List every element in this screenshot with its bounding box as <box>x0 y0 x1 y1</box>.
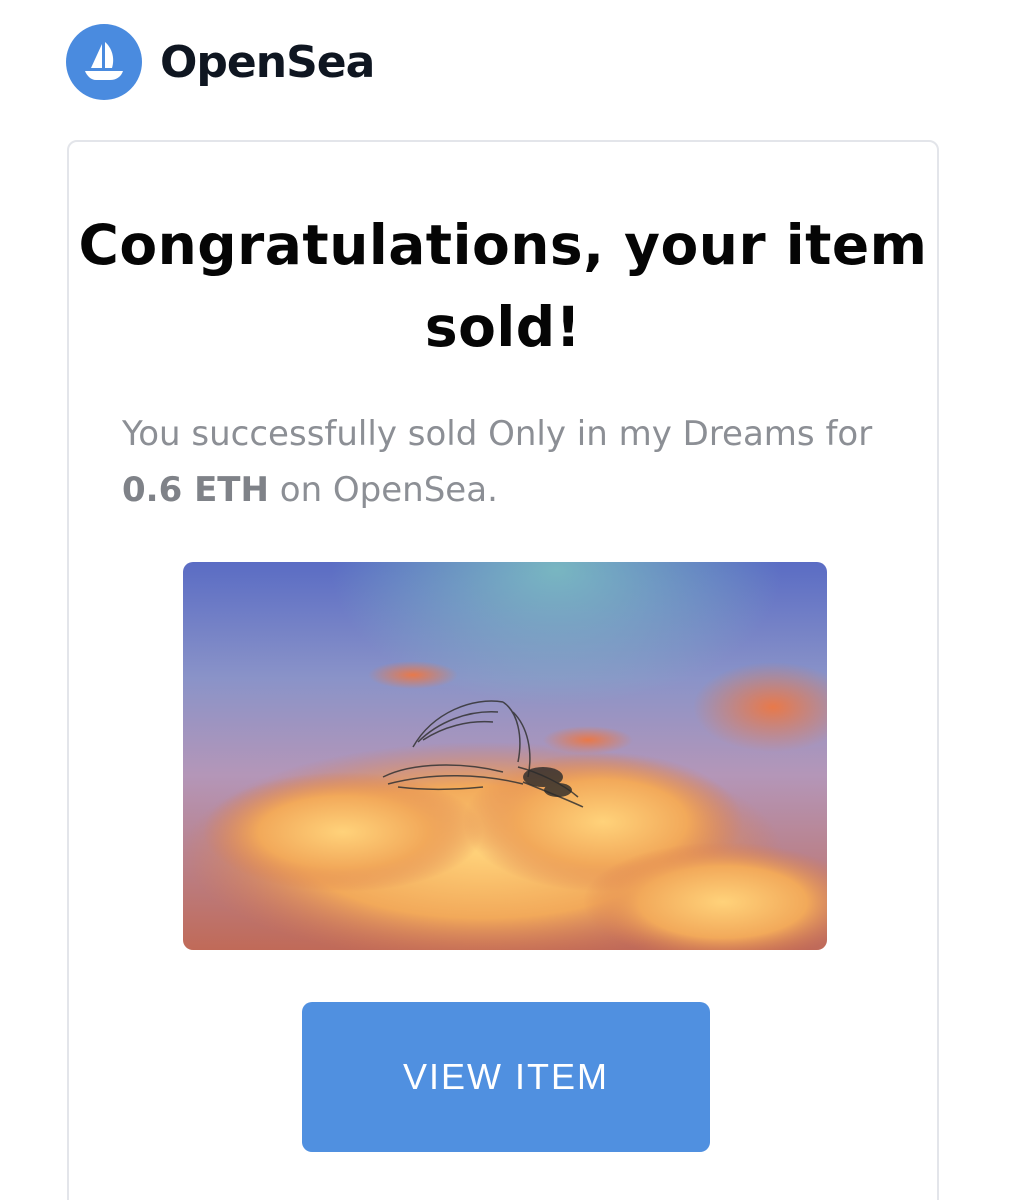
sale-message: You successfully sold Only in my Dreams … <box>122 406 902 518</box>
view-item-button[interactable]: VIEW ITEM <box>302 1002 710 1152</box>
sale-notification-card: Congratulations, your item sold! You suc… <box>67 140 939 1200</box>
message-suffix: on OpenSea. <box>268 470 498 510</box>
message-prefix: You successfully sold Only in my Dreams … <box>122 414 873 454</box>
ship-icon <box>66 24 142 100</box>
brand-name: OpenSea <box>160 36 375 88</box>
nft-artwork-image[interactable] <box>183 562 827 950</box>
headline: Congratulations, your item sold! <box>78 213 928 359</box>
opensea-brand[interactable]: OpenSea <box>66 24 375 100</box>
sale-price: 0.6 ETH <box>122 470 269 510</box>
email-page: OpenSea Congratulations, your item sold!… <box>0 0 1009 1200</box>
